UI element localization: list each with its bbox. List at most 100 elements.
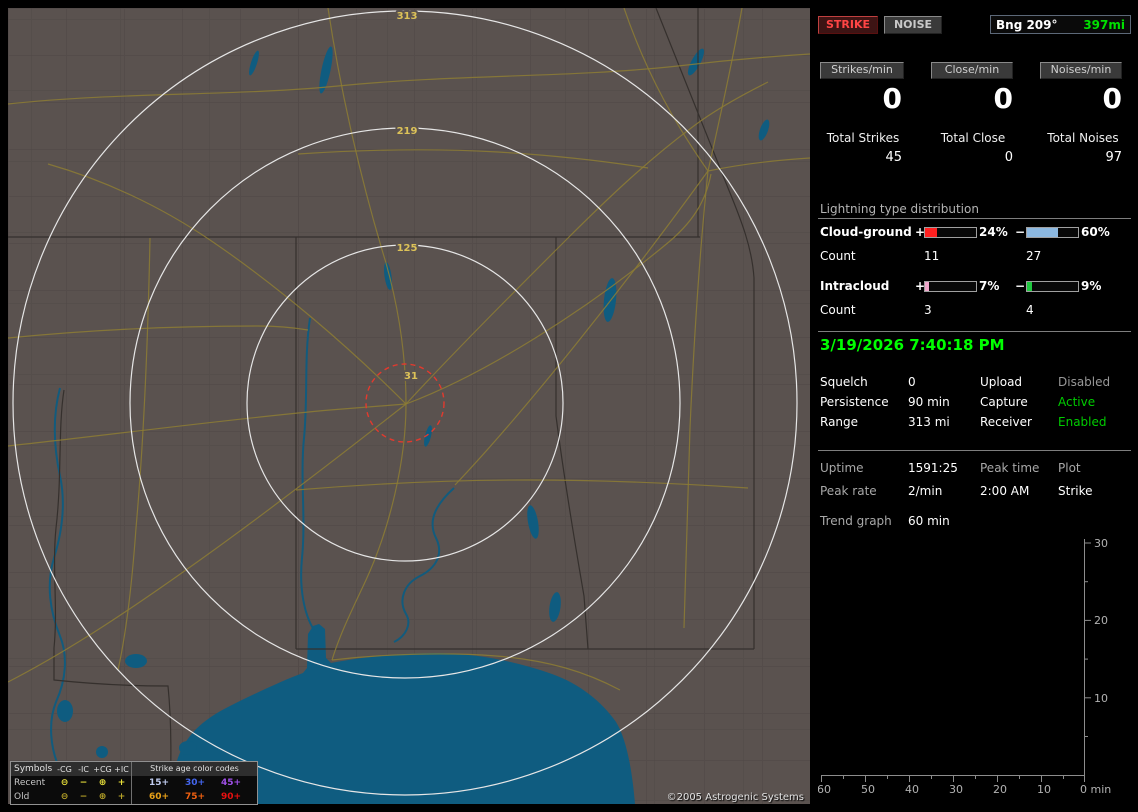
clock-display: 3/19/2026 7:40:18 PM xyxy=(820,336,1005,354)
legend-old-row: Old ⊖ − ⊕ + 60+ 75+ 90+ xyxy=(11,790,257,804)
age-code: 30+ xyxy=(184,778,206,788)
upload-label: Upload xyxy=(980,375,1023,389)
ic-negative-count: 4 xyxy=(1026,303,1034,317)
total-noises-value: 97 xyxy=(1105,150,1122,165)
x-tick: 60 xyxy=(818,783,831,796)
strikes-per-min-button[interactable]: Strikes/min xyxy=(820,62,904,79)
age-code: 90+ xyxy=(220,792,242,802)
upload-status: Disabled xyxy=(1058,375,1111,389)
x-tick: 10 xyxy=(1037,783,1051,796)
squelch-label: Squelch xyxy=(820,375,868,389)
receiver-label: Receiver xyxy=(980,415,1032,429)
peak-time-value: 2:00 AM xyxy=(980,484,1030,498)
intracloud-label: Intracloud xyxy=(820,279,890,293)
x-tick: 0 min xyxy=(1080,783,1111,796)
total-strikes-value: 45 xyxy=(885,150,902,165)
minus-sign: − xyxy=(1015,225,1026,239)
legend-col-pos-cg: +CG xyxy=(93,764,112,774)
legend-header: Symbols -CG -IC +CG +IC Strike age color… xyxy=(11,762,257,776)
trend-axes xyxy=(821,539,1091,782)
x-tick: 40 xyxy=(905,783,919,796)
ic-negative-pct: 9% xyxy=(1081,279,1102,293)
y-tick: 20 xyxy=(1094,614,1108,627)
age-code: 60+ xyxy=(148,792,170,802)
minus-sign: − xyxy=(1015,279,1026,293)
map-canvas: 313 219 125 31 xyxy=(8,8,810,804)
ic-positive-count: 3 xyxy=(924,303,932,317)
age-code: 45+ xyxy=(220,778,242,788)
bearing-label: Bng 209° xyxy=(996,17,1058,32)
legend-symbols-title: Symbols xyxy=(14,764,53,774)
pos-ic-symbol-icon: + xyxy=(117,792,126,802)
divider xyxy=(818,450,1131,451)
total-close-value: 0 xyxy=(1004,150,1013,165)
cg-negative-count: 27 xyxy=(1026,249,1042,263)
capture-status: Active xyxy=(1058,395,1096,409)
ic-count-label: Count xyxy=(820,303,856,317)
age-code: 75+ xyxy=(184,792,206,802)
x-tick: 20 xyxy=(993,783,1007,796)
receiver-status: Enabled xyxy=(1058,415,1107,429)
pos-cg-symbol-icon: ⊕ xyxy=(98,778,107,788)
total-noises-label: Total Noises xyxy=(1047,131,1119,145)
persistence-value: 90 min xyxy=(908,395,950,409)
ic-negative-bar xyxy=(1026,281,1079,292)
copyright-notice: ©2005 Astrogenic Systems xyxy=(666,792,804,803)
legend-divider xyxy=(131,776,141,790)
status-panel: STRIKE NOISE Bng 209° 397mi Strikes/min … xyxy=(818,0,1138,812)
divider xyxy=(818,218,1131,219)
cg-positive-bar xyxy=(924,227,977,238)
close-per-min-button[interactable]: Close/min xyxy=(931,62,1013,79)
legend-divider xyxy=(131,790,141,804)
map[interactable]: 313 219 125 31 Symbols -CG -IC +CG +IC S… xyxy=(8,8,810,805)
ic-positive-bar xyxy=(924,281,977,292)
ic-negative-bar-fill xyxy=(1027,282,1032,291)
range-value: 313 mi xyxy=(908,415,950,429)
y-tick: 10 xyxy=(1094,692,1108,705)
neg-ic-symbol-icon: − xyxy=(79,778,88,788)
range-ring-label: 219 xyxy=(397,126,418,137)
strike-toggle-button[interactable]: STRIKE xyxy=(818,16,878,34)
range-label: Range xyxy=(820,415,859,429)
trend-graph: 30 20 10 60 50 40 30 20 10 0 min xyxy=(818,537,1111,796)
map-legend: Symbols -CG -IC +CG +IC Strike age color… xyxy=(10,761,258,805)
squelch-value: 0 xyxy=(908,375,916,389)
plot-label: Plot xyxy=(1058,461,1081,475)
noise-toggle-button[interactable]: NOISE xyxy=(884,16,942,34)
trend-graph-window: 60 min xyxy=(908,514,950,528)
cg-negative-bar xyxy=(1026,227,1079,238)
legend-old-label: Old xyxy=(14,792,30,802)
legend-col-neg-ic: -IC xyxy=(78,764,89,774)
uptime-value: 1591:25 xyxy=(908,461,958,475)
persistence-label: Persistence xyxy=(820,395,889,409)
bearing-readout: Bng 209° 397mi xyxy=(990,15,1131,34)
legend-recent-label: Recent xyxy=(14,778,46,788)
divider xyxy=(818,331,1131,332)
pos-ic-symbol-icon: + xyxy=(117,778,126,788)
peak-rate-value: 2/min xyxy=(908,484,943,498)
cg-positive-pct: 24% xyxy=(979,225,1008,239)
ic-positive-bar-fill xyxy=(925,282,929,291)
trend-graph-label: Trend graph xyxy=(820,514,892,528)
cg-positive-bar-fill xyxy=(925,228,938,237)
legend-col-pos-ic: +IC xyxy=(114,764,129,774)
range-ring-label: 31 xyxy=(404,371,418,382)
trend-tick-labels: 30 20 10 60 50 40 30 20 10 0 min xyxy=(818,537,1111,796)
y-tick: 30 xyxy=(1094,537,1108,550)
peak-time-label: Peak time xyxy=(980,461,1040,475)
range-ring-label: 125 xyxy=(397,243,418,254)
cloud-ground-label: Cloud-ground xyxy=(820,225,912,239)
neg-ic-symbol-icon: − xyxy=(79,792,88,802)
neg-cg-symbol-icon: ⊖ xyxy=(60,778,69,788)
app-window: 313 219 125 31 Symbols -CG -IC +CG +IC S… xyxy=(0,0,1138,812)
cg-negative-bar-fill xyxy=(1027,228,1058,237)
neg-cg-symbol-icon: ⊖ xyxy=(60,792,69,802)
cg-count-label: Count xyxy=(820,249,856,263)
strikes-per-min-value: 0 xyxy=(882,82,902,115)
close-per-min-value: 0 xyxy=(993,82,1013,115)
noises-per-min-button[interactable]: Noises/min xyxy=(1040,62,1122,79)
legend-col-neg-cg: -CG xyxy=(57,764,72,774)
cg-positive-count: 11 xyxy=(924,249,940,263)
noises-per-min-value: 0 xyxy=(1102,82,1122,115)
bearing-range: 397mi xyxy=(1083,17,1125,32)
